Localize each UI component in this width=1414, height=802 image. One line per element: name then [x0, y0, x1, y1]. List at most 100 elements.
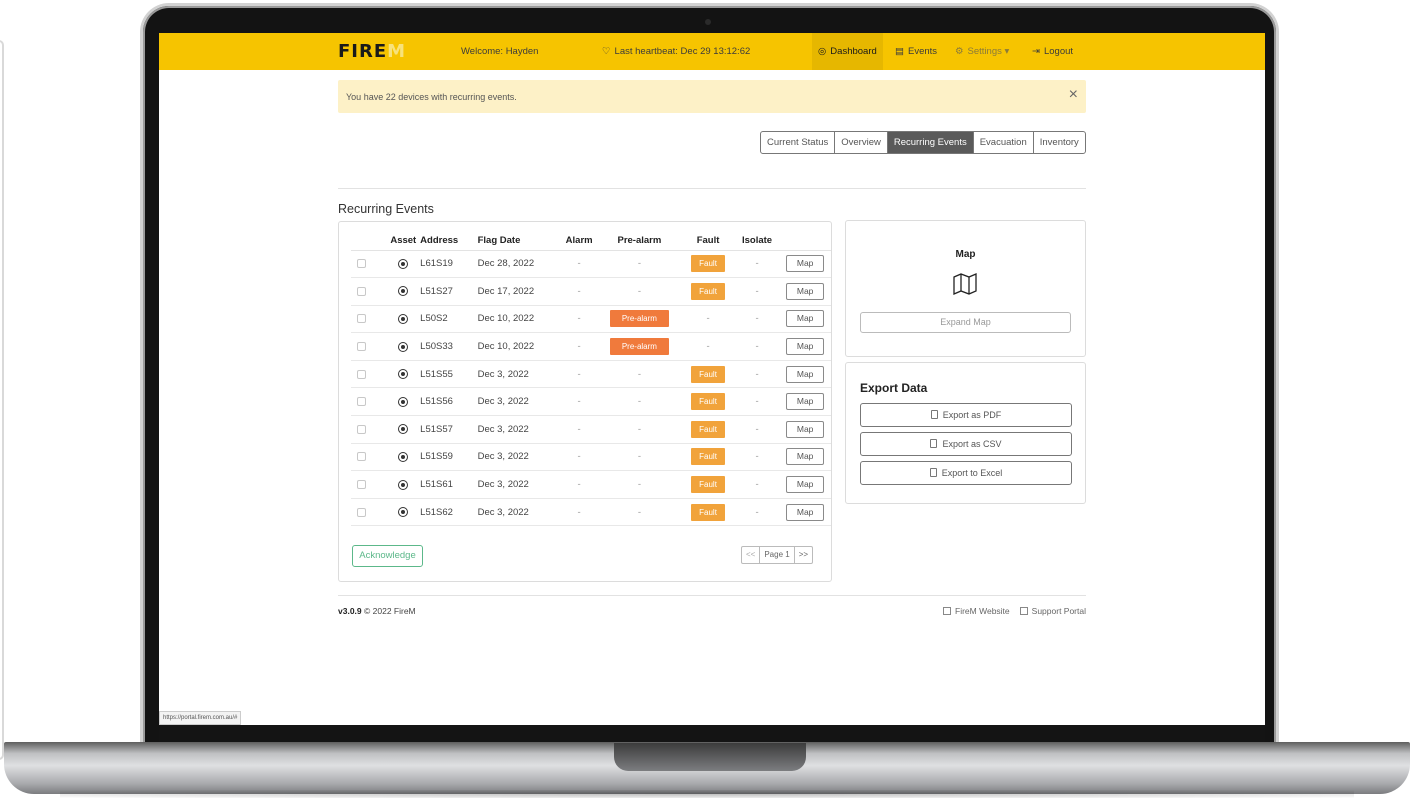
- asset-radio[interactable]: [398, 258, 409, 269]
- table-row[interactable]: L50S33 Dec 10, 2022- Pre-alarm - - Map: [351, 332, 831, 361]
- asset-radio[interactable]: [398, 451, 409, 462]
- tab-current-status[interactable]: Current Status: [761, 132, 834, 153]
- fault-cell: Fault: [681, 498, 735, 527]
- nav-dashboard[interactable]: ◎ Dashboard: [812, 33, 883, 70]
- nav-settings[interactable]: ⚙ Settings ▾: [949, 33, 1015, 70]
- row-checkbox[interactable]: [357, 369, 366, 379]
- address-cell: L50S2: [420, 305, 478, 334]
- map-cell: Map: [779, 387, 831, 417]
- asset-radio[interactable]: [398, 479, 409, 490]
- header-address: Address: [420, 232, 478, 251]
- isolate-cell: -: [734, 470, 780, 499]
- table-row[interactable]: L51S27 Dec 17, 2022- - Fault - Map: [351, 277, 831, 306]
- row-map-button[interactable]: Map: [786, 393, 825, 411]
- fault-cell: Fault: [681, 360, 735, 389]
- alarm-cell: -: [560, 387, 598, 417]
- welcome-text: Welcome: Hayden: [461, 46, 539, 57]
- tab-overview[interactable]: Overview: [834, 132, 887, 153]
- asset-radio[interactable]: [398, 507, 409, 518]
- header-isolate: Isolate: [734, 232, 780, 251]
- address-cell: L51S27: [420, 277, 478, 306]
- row-map-button[interactable]: Map: [786, 255, 825, 273]
- export-pdf-button[interactable]: Export as PDF: [860, 403, 1072, 427]
- fault-badge: Fault: [691, 393, 725, 411]
- map-cell: Map: [779, 415, 831, 444]
- row-checkbox[interactable]: [357, 286, 366, 296]
- isolate-cell: -: [734, 443, 780, 472]
- address-cell: L50S33: [420, 332, 478, 361]
- asset-radio[interactable]: [398, 313, 409, 324]
- row-select-cell: [351, 498, 387, 527]
- nav-logout[interactable]: ⇥ Logout: [1026, 33, 1079, 70]
- expand-map-button[interactable]: Expand Map: [860, 312, 1071, 333]
- row-checkbox[interactable]: [357, 452, 366, 462]
- export-csv-button[interactable]: Export as CSV: [860, 432, 1072, 456]
- asset-radio[interactable]: [398, 286, 409, 297]
- table-row[interactable]: L51S57 Dec 3, 2022- - Fault - Map: [351, 415, 831, 444]
- alarm-cell: -: [560, 250, 598, 279]
- page-indicator: Page 1: [759, 547, 793, 563]
- flag-date-cell: Dec 28, 2022: [477, 250, 561, 279]
- header-flag-date: Flag Date: [477, 232, 561, 251]
- prev-page-button[interactable]: <<: [742, 547, 759, 563]
- row-map-button[interactable]: Map: [786, 365, 825, 383]
- screen-bezel: [159, 725, 1265, 743]
- map-panel: Map Expand Map: [845, 220, 1086, 357]
- brand-logo[interactable]: FIREM: [338, 41, 406, 62]
- export-excel-button[interactable]: Export to Excel: [860, 461, 1072, 485]
- table-row[interactable]: L51S56 Dec 3, 2022- - Fault - Map: [351, 387, 831, 417]
- table-row[interactable]: L51S59 Dec 3, 2022- - Fault - Map: [351, 443, 831, 472]
- row-map-button[interactable]: Map: [786, 282, 825, 300]
- asset-cell: [386, 470, 421, 499]
- asset-radio[interactable]: [398, 396, 409, 407]
- asset-radio[interactable]: [398, 369, 409, 380]
- prealarm-cell: -: [597, 443, 682, 472]
- row-map-button[interactable]: Map: [786, 503, 825, 521]
- alarm-cell: -: [560, 277, 598, 306]
- table-row[interactable]: L51S62 Dec 3, 2022- - Fault - Map: [351, 498, 831, 527]
- fault-badge: Fault: [691, 282, 725, 300]
- row-checkbox[interactable]: [357, 424, 366, 434]
- row-map-button[interactable]: Map: [786, 310, 825, 328]
- table-row[interactable]: L61S19 Dec 28, 2022- - Fault - Map: [351, 250, 831, 279]
- alarm-cell: -: [560, 305, 598, 334]
- tab-recurring-events[interactable]: Recurring Events: [886, 132, 973, 153]
- table-row[interactable]: L51S61 Dec 3, 2022- - Fault - Map: [351, 470, 831, 499]
- row-select-cell: [351, 277, 387, 306]
- fault-badge: Fault: [691, 448, 725, 466]
- row-map-button[interactable]: Map: [786, 448, 825, 466]
- acknowledge-button[interactable]: Acknowledge: [352, 545, 423, 567]
- tab-inventory[interactable]: Inventory: [1032, 132, 1085, 153]
- row-checkbox[interactable]: [357, 259, 366, 269]
- row-checkbox[interactable]: [357, 480, 366, 490]
- asset-radio[interactable]: [398, 424, 409, 435]
- nav-events[interactable]: ▤ Events: [889, 33, 943, 70]
- next-page-button[interactable]: >>: [793, 547, 812, 563]
- firem-website-link[interactable]: FireM Website: [943, 606, 1010, 616]
- close-icon[interactable]: ×: [1069, 86, 1078, 104]
- side-frame: [0, 40, 4, 760]
- table-row[interactable]: L50S2 Dec 10, 2022- Pre-alarm - - Map: [351, 305, 831, 334]
- footer-divider: [338, 595, 1086, 596]
- caret-down-icon: ▾: [1004, 46, 1010, 57]
- support-portal-link[interactable]: Support Portal: [1019, 606, 1086, 616]
- row-map-button[interactable]: Map: [786, 420, 825, 438]
- row-checkbox[interactable]: [357, 507, 366, 517]
- row-select-cell: [351, 360, 387, 389]
- asset-radio[interactable]: [398, 341, 409, 352]
- tab-evacuation[interactable]: Evacuation: [972, 132, 1033, 153]
- asset-cell: [386, 332, 421, 361]
- fault-cell: Fault: [681, 387, 735, 417]
- asset-cell: [386, 360, 421, 389]
- row-map-button[interactable]: Map: [786, 338, 825, 356]
- prealarm-cell: -: [597, 250, 682, 279]
- row-checkbox[interactable]: [357, 397, 366, 407]
- asset-cell: [386, 305, 421, 334]
- table-row[interactable]: L51S55 Dec 3, 2022- - Fault - Map: [351, 360, 831, 389]
- laptop-notch: [614, 743, 806, 771]
- row-map-button[interactable]: Map: [786, 476, 825, 494]
- row-checkbox[interactable]: [357, 342, 366, 352]
- header-map: [779, 232, 831, 251]
- row-checkbox[interactable]: [357, 314, 366, 324]
- pagination: << Page 1 >>: [741, 546, 814, 564]
